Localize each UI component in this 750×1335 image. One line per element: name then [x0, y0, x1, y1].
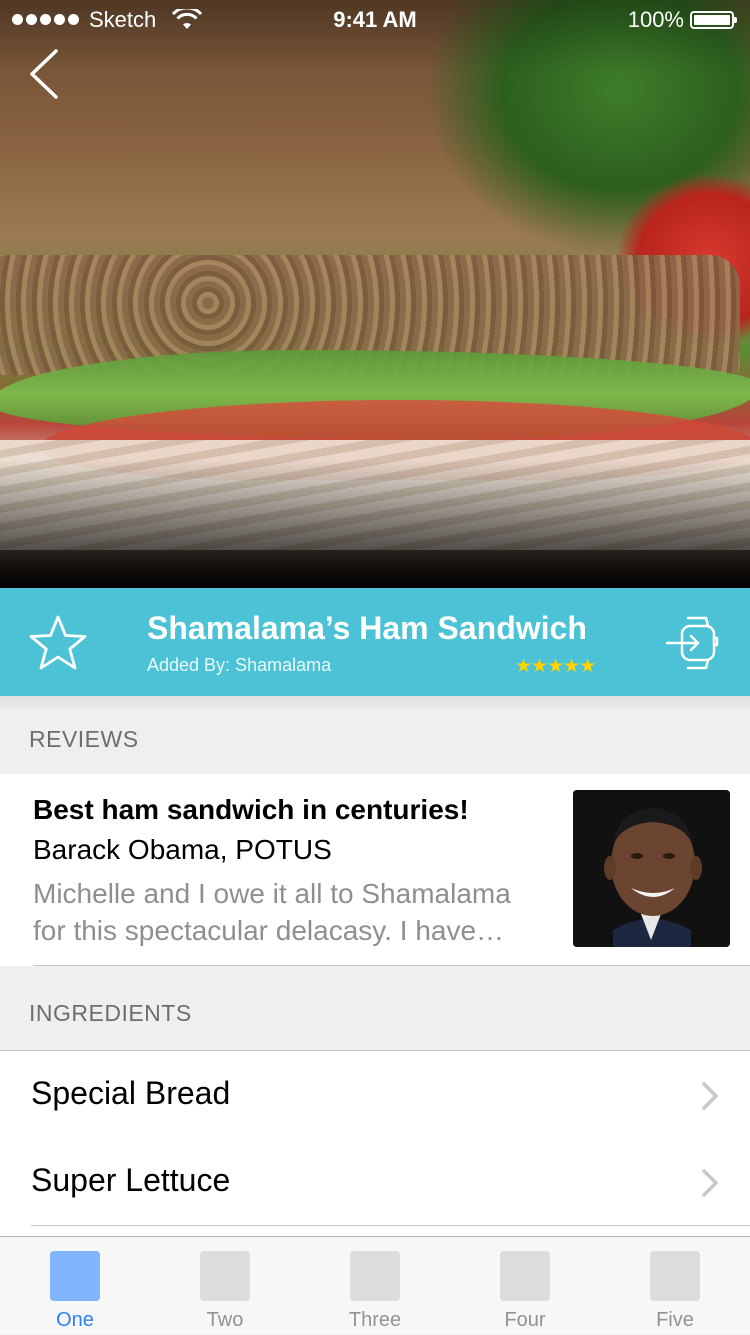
- battery-percentage: 100%: [627, 7, 684, 32]
- tab-label: Two: [206, 1309, 244, 1331]
- recipe-header: Shamalama’s Ham Sandwich Added By: Shama…: [0, 588, 750, 696]
- tab-label: One: [56, 1309, 94, 1331]
- back-button[interactable]: [26, 48, 62, 100]
- tab-two[interactable]: Two: [150, 1237, 300, 1335]
- ingredient-row-super-lettuce[interactable]: Super Lettuce: [0, 1138, 750, 1226]
- tab-five[interactable]: Five: [600, 1237, 750, 1335]
- hero-shade: [0, 0, 750, 588]
- ingredient-row-special-bread[interactable]: Special Bread: [0, 1050, 750, 1139]
- tab-placeholder-icon: [500, 1251, 550, 1301]
- tab-placeholder-icon: [650, 1251, 700, 1301]
- review-body-line: Michelle and I owe it all to Shamalama: [33, 878, 511, 909]
- battery-icon: [690, 11, 737, 29]
- chevron-right-icon: [702, 1169, 718, 1197]
- star-outline-icon: [29, 615, 87, 670]
- reviews-section-header: REVIEWS: [0, 696, 750, 774]
- rating-stars: ★★★★★: [515, 656, 596, 677]
- tab-placeholder-icon: [350, 1251, 400, 1301]
- tab-four[interactable]: Four: [450, 1237, 600, 1335]
- tab-label: Five: [656, 1309, 694, 1331]
- recipe-title: Shamalama’s Ham Sandwich: [147, 610, 587, 646]
- review-title: Best ham sandwich in centuries!: [33, 794, 469, 825]
- status-bar: Sketch 9:41 AM 100%: [0, 0, 750, 40]
- tab-label: Three: [348, 1309, 402, 1331]
- tab-placeholder-icon: [50, 1251, 100, 1301]
- recipe-author: Added By: Shamalama: [147, 655, 332, 675]
- tab-one[interactable]: One: [0, 1237, 150, 1335]
- chevron-right-icon: [702, 1082, 718, 1110]
- tab-three[interactable]: Three: [300, 1237, 450, 1335]
- review-author: Barack Obama, POTUS: [33, 834, 332, 865]
- ingredients-section-header: INGREDIENTS: [0, 966, 750, 1050]
- chevron-left-icon: [30, 49, 58, 99]
- ingredient-label: Super Lettuce: [31, 1162, 231, 1198]
- reviewer-avatar: [573, 790, 730, 947]
- favorite-button[interactable]: [28, 614, 88, 672]
- review-body-line: for this spectacular delacasy. I have…: [33, 915, 505, 946]
- tab-bar: One Two Three Four Five: [0, 1236, 750, 1334]
- hero-image: [0, 0, 750, 588]
- watch-send-icon: [665, 616, 719, 670]
- tab-placeholder-icon: [200, 1251, 250, 1301]
- send-to-watch-button[interactable]: [664, 612, 722, 674]
- review-item[interactable]: Best ham sandwich in centuries! Barack O…: [0, 774, 750, 966]
- ingredient-label: Special Bread: [31, 1075, 231, 1111]
- tab-label: Four: [504, 1309, 546, 1331]
- review-body: Michelle and I owe it all to Shamalama f…: [33, 875, 558, 949]
